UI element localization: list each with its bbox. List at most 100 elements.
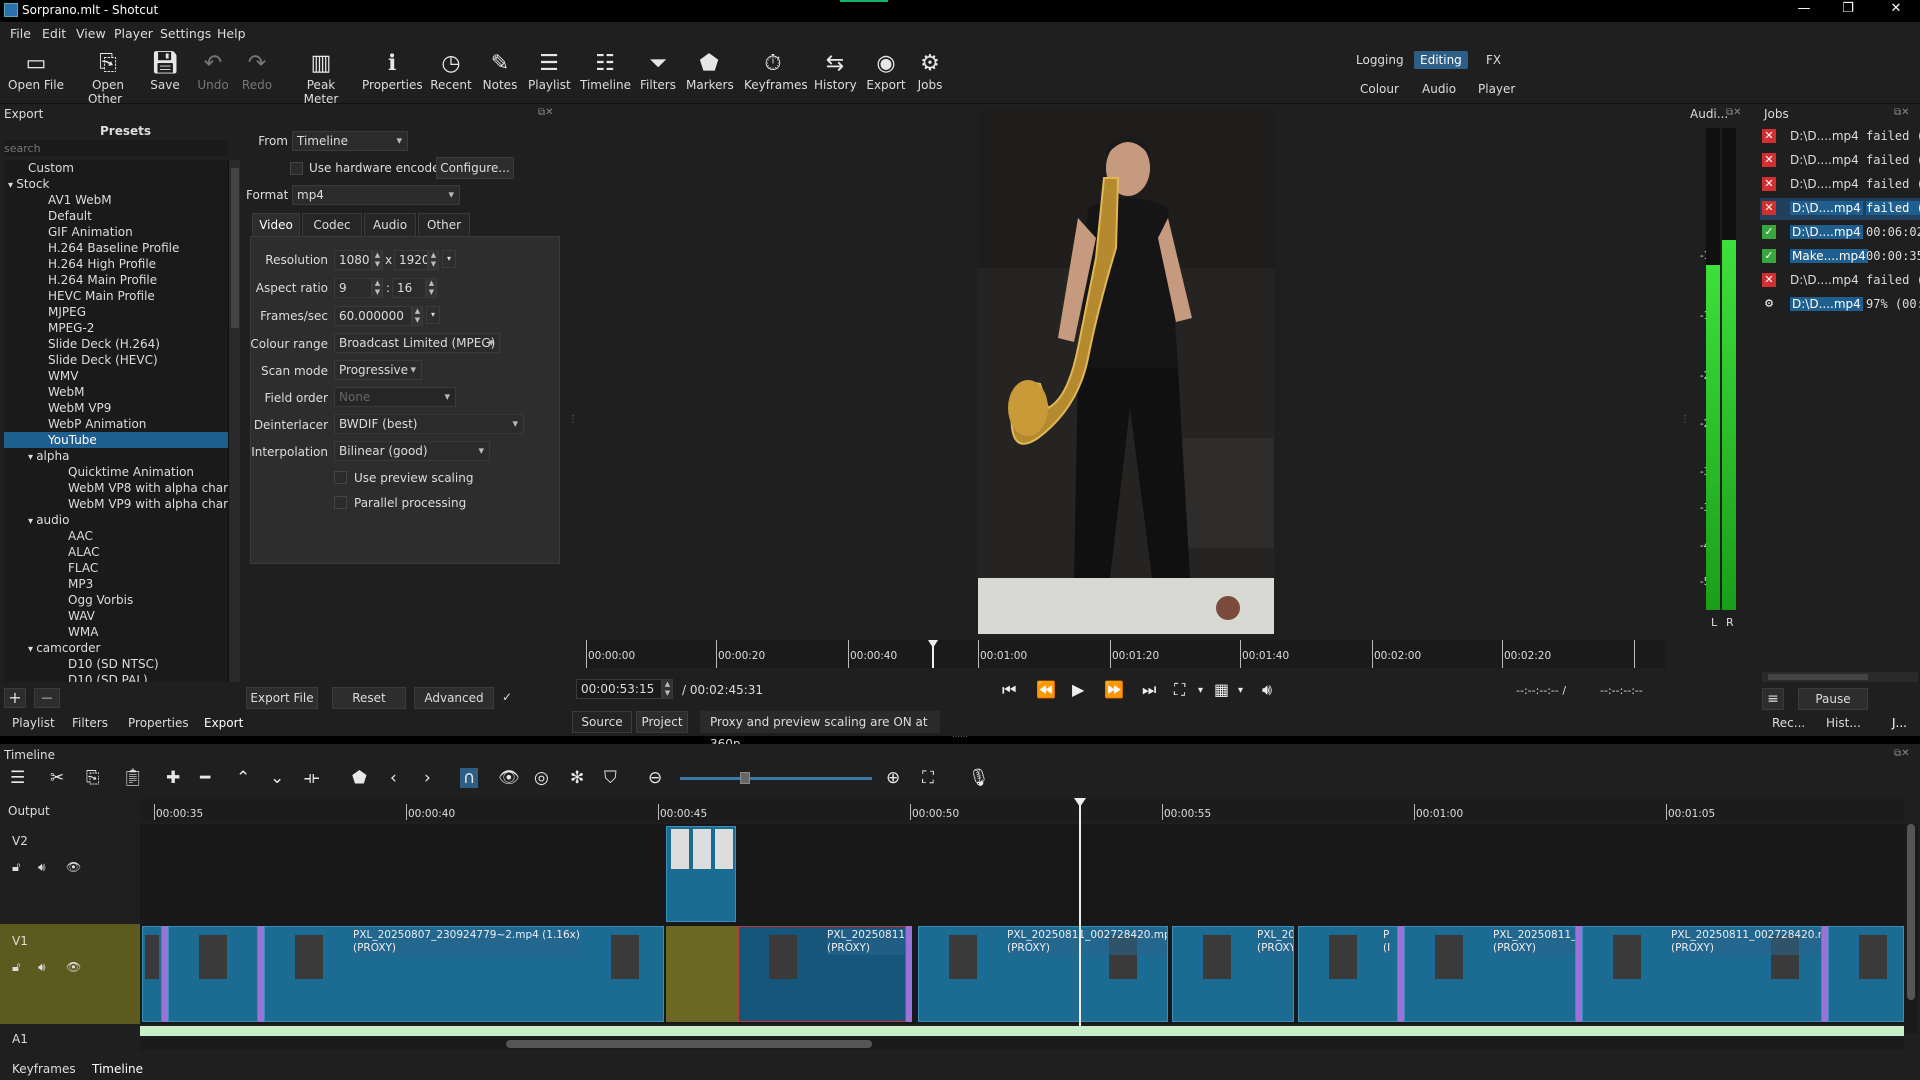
ripple-icon[interactable]: ◎ — [534, 768, 549, 788]
tab-history[interactable]: Hist... — [1826, 716, 1861, 730]
job-row[interactable]: ✓ D:\D....mp4 00:06:02 — [1760, 222, 1920, 244]
lock-icon[interactable]: 🔓︎ — [12, 960, 20, 975]
preset-item[interactable]: H.264 Main Profile — [4, 272, 228, 288]
menu-edit[interactable]: Edit — [42, 26, 66, 41]
skip-to-end-icon[interactable]: ⏭ — [1142, 680, 1156, 700]
expand-arrow-icon[interactable]: ▾ — [28, 644, 36, 655]
remove-preset-button[interactable]: — — [34, 688, 60, 708]
open-other-button[interactable]: ⎘ Open Other_ — [72, 50, 144, 106]
preset-item[interactable]: MP3 — [4, 576, 228, 592]
in-point-timecode[interactable]: --:--:--:-- / — [1516, 684, 1566, 697]
record-audio-icon[interactable]: 🎙︎ — [968, 768, 990, 788]
preset-item[interactable]: WebP Animation — [4, 416, 228, 432]
tab-codec[interactable]: Codec — [302, 213, 362, 237]
splitter-handle-left[interactable]: ⋮ — [568, 414, 578, 425]
rewind-icon[interactable]: ⏪ — [1036, 680, 1056, 699]
format-select[interactable]: mp4 — [292, 185, 460, 205]
minimize-button[interactable]: — — [1784, 1, 1824, 21]
track-v2[interactable] — [140, 824, 1904, 924]
lock-icon[interactable]: 🔓︎ — [12, 860, 20, 875]
preset-item[interactable]: ▾ camcorder — [4, 640, 228, 656]
preset-item[interactable]: H.264 High Profile — [4, 256, 228, 272]
menu-file[interactable]: File — [10, 26, 31, 41]
split-icon[interactable]: ⟛ — [304, 768, 319, 788]
mute-icon[interactable]: 🔊︎ — [38, 960, 46, 975]
viewer-ruler[interactable]: 00:00:00 00:00:20 00:00:40 00:01:00 00:0… — [586, 640, 1666, 668]
recent-button[interactable]: ◷ Recent — [430, 50, 472, 102]
interpolation-select[interactable]: Bilinear (good) — [334, 441, 490, 461]
resolution-height-spinner[interactable]: ▲ ▼ — [428, 250, 439, 270]
zoom-slider[interactable] — [680, 772, 872, 784]
reset-button[interactable]: Reset — [332, 687, 406, 709]
tab-timeline[interactable]: Timeline — [92, 1062, 143, 1076]
layout-fx[interactable]: FX — [1486, 53, 1501, 67]
preset-tree[interactable]: Custom ▾ Stock AV1 WebM Default GIF Animatio… — [4, 160, 228, 682]
job-row[interactable]: ✕ D:\D....mp4 failed ( — [1760, 150, 1920, 172]
copy-icon[interactable]: ⎘ — [86, 768, 100, 788]
deinterlacer-select[interactable]: BWDIF (best) — [334, 414, 524, 434]
job-row[interactable]: ✕ D:\D....mp4 failed ( — [1760, 270, 1920, 292]
markers-button[interactable]: ⬟ Markers — [686, 50, 734, 102]
tab-audio[interactable]: Audio — [364, 213, 416, 237]
add-preset-button[interactable]: + — [4, 688, 26, 708]
scan-mode-select[interactable]: Progressive — [334, 360, 422, 380]
ripple-markers-icon[interactable]: ⛉ — [604, 768, 617, 788]
v2-clip[interactable] — [666, 826, 736, 922]
colour-range-select[interactable]: Broadcast Limited (MPEG) — [334, 333, 500, 353]
v1-clip[interactable]: PXL_20250811_002728420.m (PROXY) — [1582, 926, 1822, 1022]
cut-icon[interactable]: ✂ — [50, 768, 64, 788]
fast-forward-icon[interactable]: ⏩ — [1104, 680, 1124, 699]
out-point-timecode[interactable]: --:--:--:-- — [1600, 684, 1643, 697]
visibility-eye-icon[interactable]: 👁︎ — [66, 960, 81, 974]
preset-search-input[interactable] — [4, 140, 228, 156]
hw-encoder-checkbox[interactable] — [290, 162, 303, 175]
tab-properties[interactable]: Properties — [128, 716, 189, 730]
zoom-in-icon[interactable]: ⊕ — [886, 768, 900, 788]
open-file-button[interactable]: ▭ Open File — [8, 50, 64, 102]
preview-scaling-checkbox[interactable] — [334, 471, 347, 484]
notes-button[interactable]: ✎ Notes — [480, 50, 520, 102]
preset-item[interactable]: WebM VP9 — [4, 400, 228, 416]
close-button[interactable]: ✕ — [1876, 1, 1916, 21]
preset-item[interactable]: Quicktime Animation — [4, 464, 228, 480]
fps-spinner[interactable]: ▲ ▼ — [412, 306, 423, 326]
preset-item[interactable]: WMV — [4, 368, 228, 384]
job-row[interactable]: ⚙ D:\D....mp4 97% (00: — [1760, 294, 1920, 316]
v1-clip[interactable]: PXL_20250811_002728420.mp4 ((PROXY) — [918, 926, 1168, 1022]
timeline-horizontal-scrollbar[interactable] — [140, 1038, 1904, 1050]
volume-icon[interactable]: 🔊︎ — [1262, 680, 1272, 700]
tab-source[interactable]: Source — [572, 711, 632, 733]
advanced-button[interactable]: Advanced — [414, 687, 494, 709]
resolution-width-input[interactable]: 1080 — [334, 250, 372, 270]
job-row[interactable]: ✓ Make....mp4 00:00:35 — [1760, 246, 1920, 268]
v1-clip[interactable]: PXL_202(PROXY — [1172, 926, 1294, 1022]
expand-arrow-icon[interactable]: ▾ — [8, 180, 16, 191]
preset-item[interactable]: WebM — [4, 384, 228, 400]
timeline-button[interactable]: ☷ Timeline — [580, 50, 631, 102]
undo-button[interactable]: ↶ Undo — [196, 50, 230, 102]
configure-button[interactable]: Configure... — [436, 157, 514, 179]
visibility-eye-icon[interactable]: 👁︎ — [66, 860, 81, 874]
tab-recent[interactable]: Rec... — [1772, 716, 1805, 730]
resolution-height-input[interactable]: 1920 — [394, 250, 428, 270]
preset-item[interactable]: D10 (SD PAL) — [4, 672, 228, 682]
preset-item[interactable]: FLAC — [4, 560, 228, 576]
preset-item[interactable]: ALAC — [4, 544, 228, 560]
preset-item[interactable]: YouTube — [4, 432, 228, 448]
v1-clip[interactable]: P (I — [1298, 926, 1398, 1022]
preset-item[interactable]: Slide Deck (H.264) — [4, 336, 228, 352]
save-button[interactable]: 💾︎ Save — [148, 50, 182, 102]
preset-item[interactable]: MPEG-2 — [4, 320, 228, 336]
tab-other[interactable]: Other — [418, 213, 470, 237]
preset-item[interactable]: WebM VP9 with alpha channel — [4, 496, 228, 512]
track-a1[interactable] — [140, 1026, 1904, 1036]
preset-item[interactable]: Default — [4, 208, 228, 224]
ripple-all-icon[interactable]: ✻ — [570, 768, 584, 788]
transition[interactable] — [906, 926, 912, 1022]
preset-item[interactable]: H.264 Baseline Profile — [4, 240, 228, 256]
preset-item[interactable]: WAV — [4, 608, 228, 624]
aspect-width-input[interactable]: 9 — [334, 278, 372, 298]
mute-icon[interactable]: 🔊︎ — [38, 860, 46, 875]
v1-clip[interactable]: PXL_20250807_230924779~2.mp4 (1.16x) (PRO… — [264, 926, 664, 1022]
pause-jobs-button[interactable]: Pause — [1798, 688, 1868, 710]
